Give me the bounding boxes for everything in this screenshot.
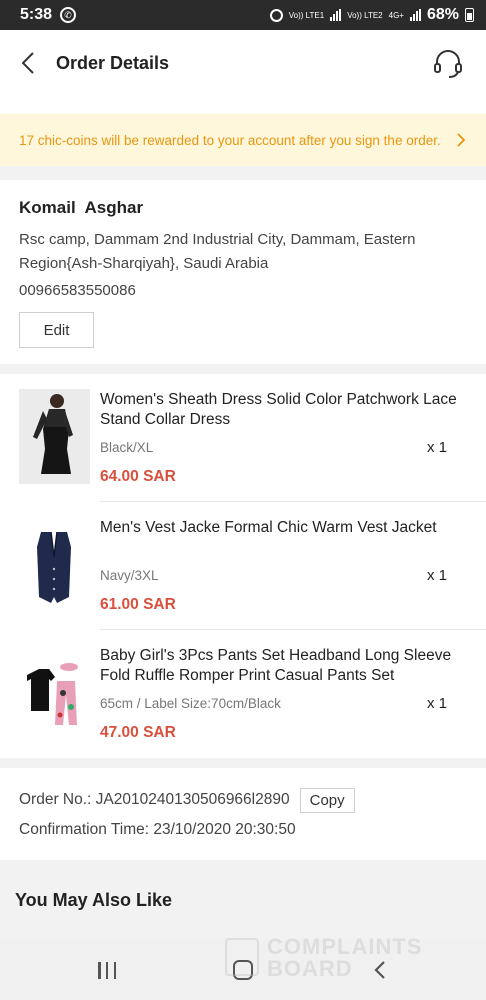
order-item[interactable]: Baby Girl's 3Pcs Pants Set Headband Long… — [0, 630, 486, 758]
recipient-name: Komail Asghar — [19, 198, 144, 217]
product-quantity: x 1 — [426, 695, 447, 712]
product-price: 61.00 SAR — [100, 596, 176, 613]
edit-address-button[interactable]: Edit — [19, 312, 94, 348]
headset-icon — [434, 50, 462, 78]
product-title: Baby Girl's 3Pcs Pants Set Headband Long… — [100, 647, 452, 684]
product-price: 47.00 SAR — [100, 724, 176, 741]
address-line: Rsc camp, Dammam 2nd Industrial City, Da… — [19, 231, 416, 272]
product-image-dress — [19, 389, 90, 484]
product-image-baby-set — [19, 645, 90, 740]
product-title: Women's Sheath Dress Solid Color Patchwo… — [100, 391, 457, 428]
product-quantity: x 1 — [426, 439, 447, 456]
recipient-phone: 00966583550086 — [19, 282, 136, 299]
coins-banner-text: 17 chic-coins will be rewarded to your a… — [19, 132, 441, 148]
whatsapp-icon: ✆ — [60, 7, 77, 23]
battery-percent: 68% — [426, 6, 459, 23]
status-bar: 5:38 ✆ Vo)) LTE1 Vo)) LTE2 4G+ 68% — [0, 0, 486, 30]
chevron-left-icon — [21, 52, 34, 74]
order-number: Order No.: JA2010240130506966l2890 — [19, 791, 290, 808]
customer-service-button[interactable] — [432, 47, 464, 79]
product-price: 64.00 SAR — [100, 468, 176, 485]
back-button[interactable] — [0, 30, 56, 96]
order-number-row: Order No.: JA2010240130506966l2890 Copy — [19, 786, 467, 814]
coins-banner[interactable]: 17 chic-coins will be rewarded to your a… — [0, 114, 486, 166]
watermark-line2: BOARD — [267, 956, 353, 981]
chevron-right-icon — [457, 133, 466, 147]
battery-icon — [465, 8, 474, 22]
header-spacer — [0, 96, 486, 114]
confirmation-time: Confirmation Time: 23/10/2020 20:30:50 — [19, 821, 296, 838]
signal2-icon — [409, 9, 421, 21]
sim2-label: Vo)) LTE2 — [347, 10, 383, 20]
watermark-logo: COMPLAINTS BOARD — [225, 932, 440, 982]
confirmation-time-row: Confirmation Time: 23/10/2020 20:30:50 — [19, 816, 467, 844]
product-variant: Black/XL — [100, 440, 154, 455]
status-indicators: Vo)) LTE1 Vo)) LTE2 4G+ 68% — [269, 6, 474, 24]
order-item[interactable]: Women's Sheath Dress Solid Color Patchwo… — [0, 374, 486, 502]
recommendations-heading: You May Also Like — [15, 890, 173, 910]
order-item[interactable]: Men's Vest Jacke Formal Chic Warm Vest J… — [0, 502, 486, 630]
recent-apps-button[interactable] — [98, 962, 116, 979]
product-variant: Navy/3XL — [100, 568, 159, 583]
network-type-label: 4G+ — [388, 10, 404, 20]
signal1-icon — [330, 9, 342, 21]
sim1-label: Vo)) LTE1 — [288, 10, 325, 20]
order-items: Women's Sheath Dress Solid Color Patchwo… — [0, 374, 486, 758]
app-header: Order Details — [0, 30, 486, 96]
order-info-card: Order No.: JA2010240130506966l2890 Copy … — [0, 768, 486, 860]
page-title: Order Details — [56, 52, 170, 73]
shipping-address-card: Komail Asghar Rsc camp, Dammam 2nd Indus… — [0, 180, 486, 364]
alarm-icon — [269, 8, 283, 22]
product-variant: 65cm / Label Size:70cm/Black — [100, 696, 281, 711]
watermark-icon — [225, 938, 259, 976]
product-quantity: x 1 — [426, 567, 447, 584]
product-image-vest — [19, 517, 90, 612]
product-title: Men's Vest Jacke Formal Chic Warm Vest J… — [100, 519, 437, 536]
status-time: 5:38 — [20, 6, 53, 23]
copy-order-number-button[interactable]: Copy — [299, 787, 355, 813]
